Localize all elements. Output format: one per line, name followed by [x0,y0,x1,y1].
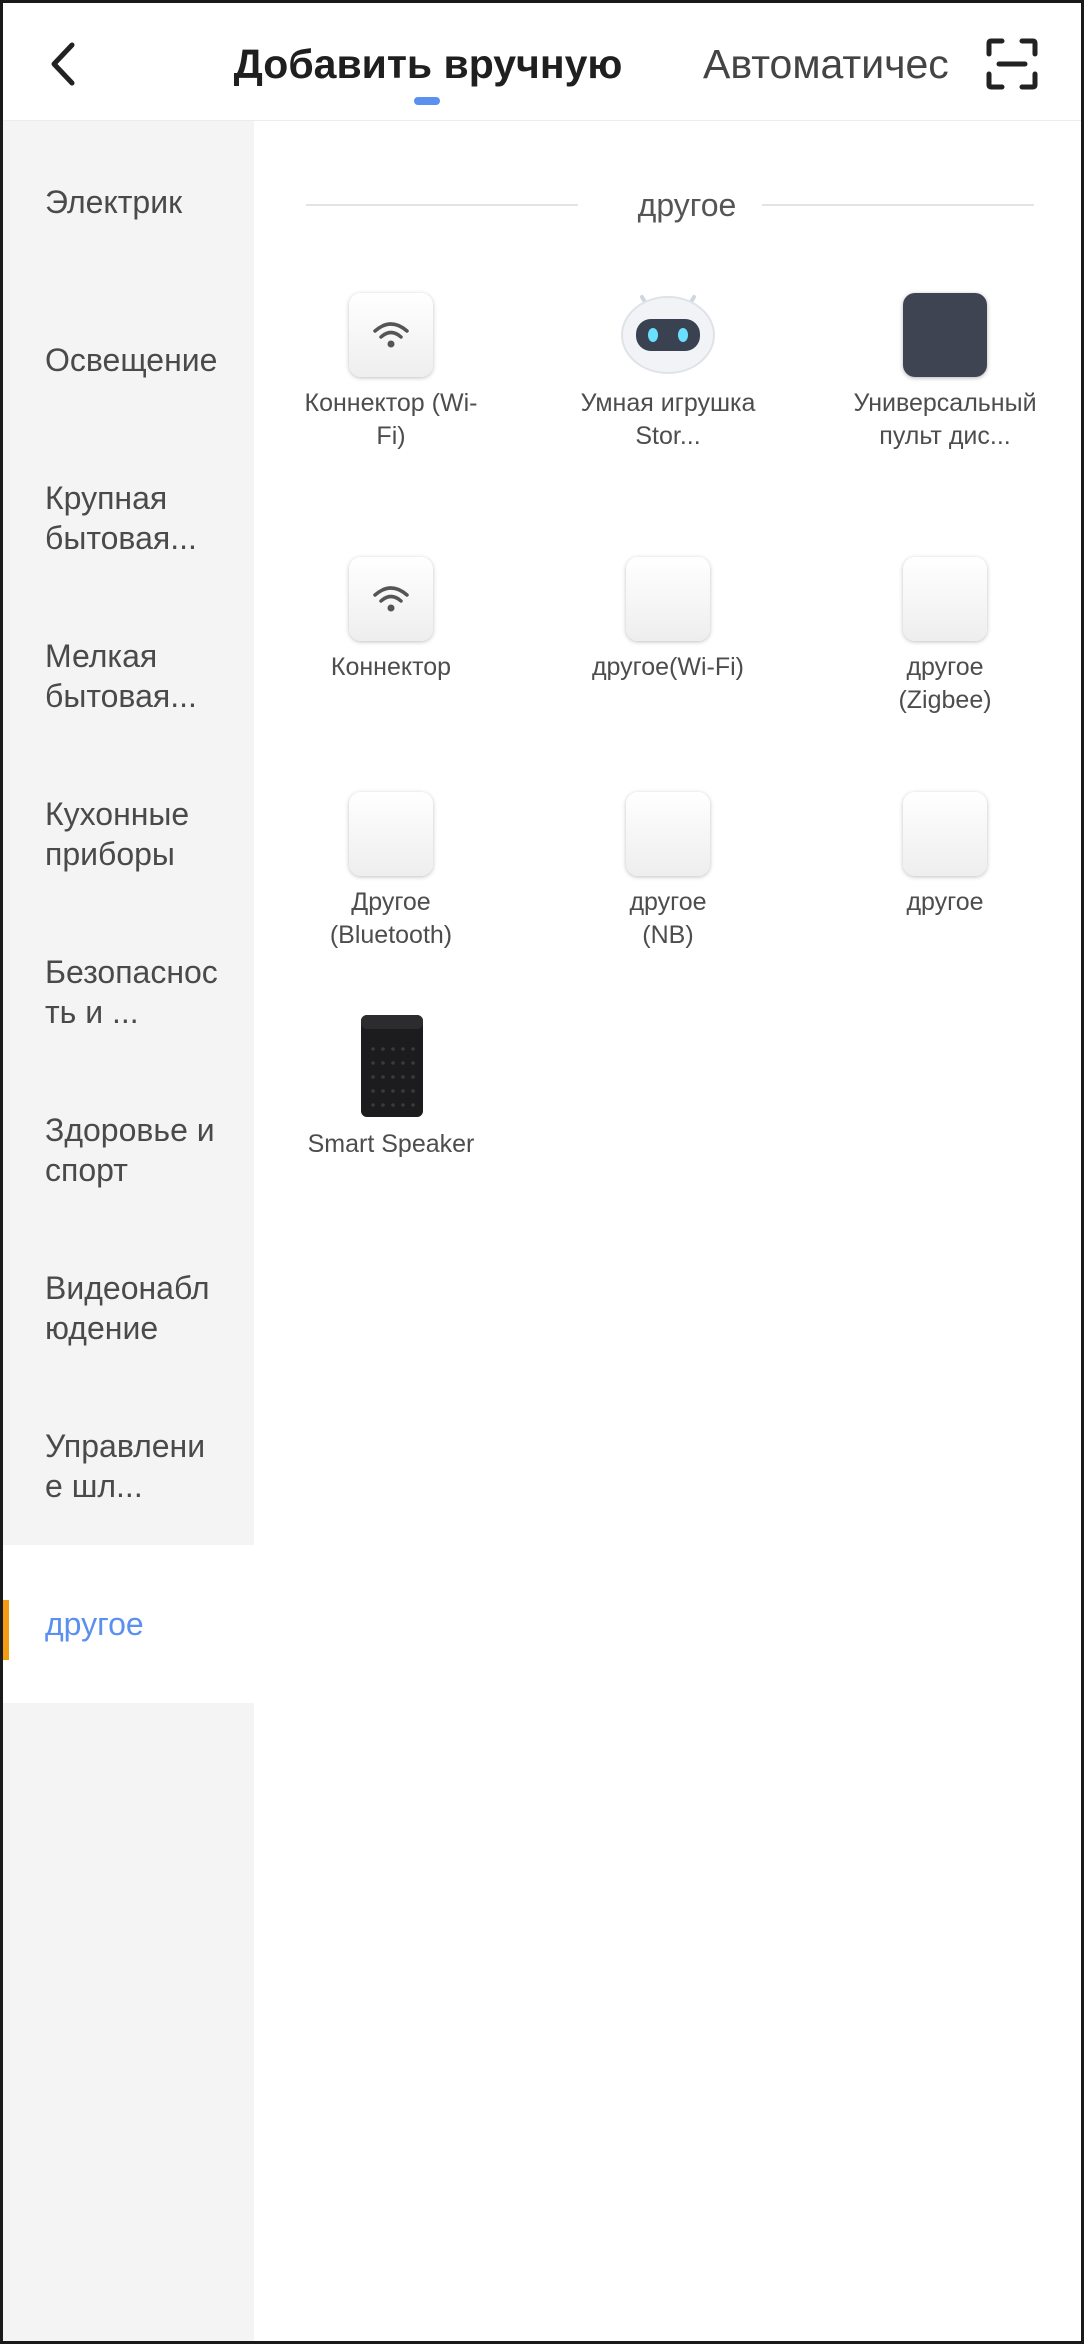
back-button[interactable] [33,29,93,99]
sidebar-item-small-appliances[interactable]: Мелкая бытовая... [3,597,254,755]
device-label: Smart Speaker [307,1130,475,1158]
app-screen: Добавить вручную Автоматичес Электрик Ос… [0,0,1084,2344]
wifi-icon [373,322,409,348]
device-label: Коннектор [330,653,452,681]
device-label: другое [906,888,984,916]
sidebar-item-label: Безопасность и ... [45,954,218,1030]
sidebar-item-label: Освещение [45,342,218,378]
device-list-panel: другое Коннектор (Wi-Fi) Умная игрушка S… [254,121,1081,2341]
section-divider-right [762,204,1034,206]
device-label: Универсальный пульт дис... [853,389,1037,450]
sidebar-item-video-surveillance[interactable]: Видеонаблюдение [3,1229,254,1387]
sidebar-item-label: Управление шл... [45,1428,206,1504]
scan-button[interactable] [977,29,1047,99]
sidebar-item-label: Крупная бытовая... [45,480,197,556]
active-tab-indicator [414,97,440,105]
blank-device-icon [626,557,710,641]
device-label: другое(Wi-Fi) [591,653,745,681]
blank-device-icon [903,557,987,641]
chevron-left-icon [51,42,75,86]
device-other[interactable]: другое [845,792,1045,952]
sidebar-item-label: другое [45,1606,144,1642]
device-smart-speaker[interactable]: Smart Speaker [291,1013,491,1173]
device-other-zigbee[interactable]: другое (Zigbee) [845,557,1045,717]
sidebar-item-health[interactable]: Здоровье и спорт [3,1071,254,1229]
speaker-icon [361,1015,423,1117]
sidebar-item-security[interactable]: Безопасность и ... [3,913,254,1071]
sidebar-item-electric[interactable]: Электрик [3,123,254,281]
sidebar-item-label: Видеонаблюдение [45,1270,210,1346]
section-divider-left [306,204,578,206]
device-label: Другое (Bluetooth) [329,888,453,949]
sidebar-item-gateway-control[interactable]: Управление шл... [3,1387,254,1545]
blank-device-icon [903,792,987,876]
device-other-wifi[interactable]: другое(Wi-Fi) [568,557,768,717]
device-connector-wifi[interactable]: Коннектор (Wi-Fi) [291,291,491,451]
sidebar-item-label: Здоровье и спорт [45,1112,215,1188]
device-connector[interactable]: Коннектор [291,557,491,717]
sidebar-item-large-appliances[interactable]: Крупная бытовая... [3,439,254,597]
sidebar-item-label: Электрик [45,184,183,220]
active-category-marker [3,1600,9,1660]
sidebar-item-lighting[interactable]: Освещение [3,281,254,439]
device-other-bluetooth[interactable]: Другое (Bluetooth) [291,792,491,952]
device-label: другое (Zigbee) [898,653,992,714]
device-label: другое (NB) [629,888,707,949]
remote-hub-icon [903,293,987,377]
sidebar-item-kitchen[interactable]: Кухонные приборы [3,755,254,913]
sidebar-item-label: Мелкая бытовая... [45,638,197,714]
blank-device-icon [349,792,433,876]
device-icon-tile [349,293,433,377]
category-sidebar: Электрик Освещение Крупная бытовая... Ме… [3,121,254,2341]
sidebar-item-other[interactable]: другое [3,1545,254,1703]
device-universal-remote[interactable]: Универсальный пульт дис... [845,291,1045,451]
device-smart-toy[interactable]: Умная игрушка Stor... [568,291,768,451]
scan-icon [986,38,1038,90]
tab-add-manually[interactable]: Добавить вручную [223,33,633,103]
robot-toy-icon [621,295,715,374]
device-other-nb[interactable]: другое (NB) [568,792,768,952]
device-label: Умная игрушка Stor... [580,389,756,450]
tab-auto-scan[interactable]: Автоматичес [703,33,953,103]
wifi-icon [373,586,409,612]
device-icon-tile [349,557,433,641]
blank-device-icon [626,792,710,876]
top-bar: Добавить вручную Автоматичес [3,3,1081,121]
device-label: Коннектор (Wi-Fi) [304,389,478,450]
sidebar-item-label: Кухонные приборы [45,796,190,872]
